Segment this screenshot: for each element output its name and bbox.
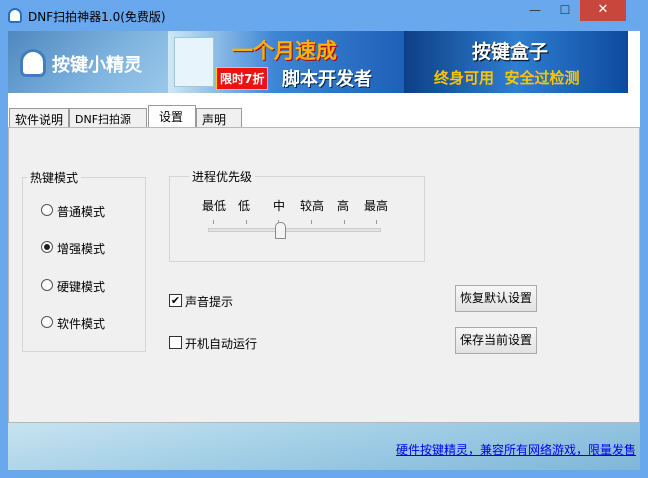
checkbox[interactable]	[169, 336, 182, 349]
priority-level-label: 中	[273, 199, 286, 213]
discount-badge: 限时7折	[216, 67, 269, 90]
priority-level-label: 低	[238, 199, 251, 213]
checkbox[interactable]: ✔	[169, 294, 182, 307]
slider-tick	[376, 220, 377, 224]
tab-dnf-source[interactable]: DNF扫拍源码	[69, 108, 147, 142]
app-icon	[8, 8, 22, 23]
hardware-promo-link[interactable]: 硬件按键精灵，兼容所有网络游戏，限量发售	[396, 441, 636, 458]
priority-level-label: 最高	[364, 199, 389, 213]
logo[interactable]: 按键小精灵	[8, 31, 168, 93]
product-box-icon	[174, 37, 214, 87]
tab-statement[interactable]: 声明	[196, 108, 242, 128]
slider-tick	[246, 220, 247, 224]
checkbox-label: 声音提示	[185, 295, 234, 309]
priority-level-label: 较高	[300, 199, 325, 213]
checkbox-label: 开机自动运行	[185, 337, 258, 351]
radio-label: 硬键模式	[57, 280, 106, 294]
radio-button[interactable]	[41, 279, 53, 291]
ad-banner-box[interactable]: 按键盒子 终身可用 安全过检测	[404, 31, 628, 93]
close-button[interactable]: ✕	[580, 0, 626, 21]
restore-defaults-button[interactable]: 恢复默认设置	[455, 285, 537, 312]
priority-slider-track[interactable]	[208, 228, 381, 232]
slider-tick	[213, 220, 214, 224]
radio-label: 普通模式	[57, 205, 106, 219]
minimize-button[interactable]: —	[520, 0, 550, 21]
slider-tick	[311, 220, 312, 224]
tab-settings[interactable]: 设置	[148, 105, 196, 128]
ad2-subtitle: 终身可用 安全过检测	[434, 69, 580, 87]
maximize-button[interactable]: ☐	[550, 0, 580, 21]
radio-button[interactable]	[41, 316, 53, 328]
radio-button[interactable]	[41, 204, 53, 216]
radio-button[interactable]	[41, 241, 53, 253]
priority-slider-thumb[interactable]	[275, 222, 287, 239]
ad2-title: 按键盒子	[472, 41, 549, 63]
radio-label: 增强模式	[57, 242, 106, 256]
logo-icon	[20, 49, 46, 77]
priority-group	[169, 176, 425, 262]
window-title: DNF扫拍神器1.0(免费版)	[28, 10, 166, 24]
ad-banner-course[interactable]: 一个月速成 限时7折 脚本开发者	[168, 31, 404, 93]
logo-text: 按键小精灵	[52, 55, 142, 76]
priority-level-label: 高	[337, 199, 350, 213]
slider-tick	[344, 220, 345, 224]
priority-label: 进程优先级	[189, 168, 256, 185]
tab-software-info[interactable]: 软件说明	[9, 108, 69, 128]
ad-subline: 脚本开发者	[282, 69, 372, 90]
priority-level-label: 最低	[202, 199, 227, 213]
ad-headline: 一个月速成	[232, 39, 337, 63]
hotkey-mode-label: 热键模式	[27, 169, 82, 186]
save-settings-button[interactable]: 保存当前设置	[455, 327, 537, 354]
radio-label: 软件模式	[57, 317, 106, 331]
